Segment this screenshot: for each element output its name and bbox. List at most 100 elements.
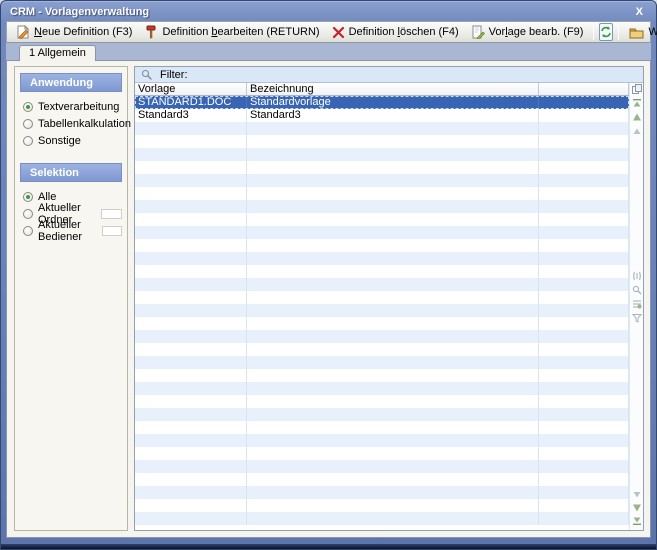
page-down-icon[interactable] — [632, 490, 642, 500]
grid-cell[interactable] — [135, 278, 247, 291]
grid-cell[interactable] — [539, 460, 629, 473]
titlebar[interactable]: CRM - Vorlagenverwaltung X — [1, 1, 656, 21]
grid-cell[interactable] — [539, 486, 629, 499]
tab-allgemein[interactable]: 1 Allgemein — [19, 45, 96, 61]
grid-cell[interactable] — [135, 226, 247, 239]
grid-cell[interactable] — [247, 447, 539, 460]
grid-cell[interactable] — [539, 447, 629, 460]
grid-cell[interactable] — [539, 278, 629, 291]
grid-cell[interactable] — [135, 122, 247, 135]
grid-cell[interactable] — [539, 96, 629, 109]
grid-cell[interactable] — [135, 421, 247, 434]
grid-row[interactable]: Standard3Standard3 — [135, 109, 629, 122]
grid-row[interactable] — [135, 148, 629, 161]
grid-cell[interactable] — [135, 343, 247, 356]
grid-cell[interactable] — [135, 434, 247, 447]
refresh-button[interactable] — [599, 23, 613, 41]
grid-cell[interactable] — [135, 395, 247, 408]
grid-cell[interactable] — [539, 226, 629, 239]
grid-row[interactable] — [135, 460, 629, 473]
grid-cell[interactable] — [247, 226, 539, 239]
radio-textverarbeitung[interactable]: Textverarbeitung — [23, 101, 122, 113]
grid-cell[interactable] — [247, 304, 539, 317]
radio-tabellenkalkulation[interactable]: Tabellenkalkulation — [23, 118, 122, 130]
grid-row[interactable] — [135, 434, 629, 447]
grid-cell[interactable] — [135, 161, 247, 174]
row-down-icon[interactable] — [632, 503, 642, 513]
grid-cell[interactable] — [135, 460, 247, 473]
grid-cell[interactable] — [539, 291, 629, 304]
grid-cell[interactable] — [247, 187, 539, 200]
row-up-icon[interactable] — [632, 112, 642, 122]
grid-cell[interactable] — [135, 382, 247, 395]
scroll-first-icon[interactable] — [632, 98, 642, 108]
grid-cell[interactable] — [135, 265, 247, 278]
grid-cell[interactable] — [539, 421, 629, 434]
new-definition-button[interactable]: Neue Definition (F3) — [11, 23, 137, 41]
grid-cell[interactable]: Standard3 — [247, 109, 539, 122]
grid-cell[interactable] — [539, 174, 629, 187]
grid-row[interactable] — [135, 447, 629, 460]
summary-icon[interactable] — [632, 299, 642, 309]
grid-cell[interactable] — [247, 291, 539, 304]
grid-cell[interactable] — [539, 356, 629, 369]
ordner-field[interactable] — [101, 209, 122, 219]
grid-row[interactable] — [135, 226, 629, 239]
grid-cell[interactable] — [135, 330, 247, 343]
grid-cell[interactable] — [539, 265, 629, 278]
radio-icon[interactable] — [23, 102, 33, 112]
grid-cell[interactable]: Standardvorlage — [247, 96, 539, 109]
grid-cell[interactable] — [247, 421, 539, 434]
grid-cell[interactable] — [247, 213, 539, 226]
radio-aktueller-bediener[interactable]: Aktueller Bediener — [23, 225, 122, 237]
grid-cell[interactable] — [539, 239, 629, 252]
grid-cell[interactable] — [247, 174, 539, 187]
grid-cell[interactable] — [539, 213, 629, 226]
grid-cell[interactable] — [135, 252, 247, 265]
grid-cell[interactable] — [247, 486, 539, 499]
grid-cell[interactable] — [247, 382, 539, 395]
grid-cell[interactable] — [539, 369, 629, 382]
grid-cell[interactable] — [247, 499, 539, 512]
grid-row[interactable] — [135, 369, 629, 382]
grid-row[interactable] — [135, 382, 629, 395]
column-header-vorlage[interactable]: Vorlage — [135, 83, 247, 95]
grid-cell[interactable] — [247, 317, 539, 330]
grid-cell[interactable] — [539, 382, 629, 395]
grid-cell[interactable] — [539, 304, 629, 317]
column-header-bezeichnung[interactable]: Bezeichnung — [247, 83, 539, 95]
grid-cell[interactable] — [539, 148, 629, 161]
grid-row[interactable] — [135, 330, 629, 343]
grid-row[interactable] — [135, 395, 629, 408]
grid-row[interactable] — [135, 213, 629, 226]
grid-row[interactable] — [135, 278, 629, 291]
filter-funnel-icon[interactable] — [632, 313, 642, 323]
grid-cell[interactable] — [135, 174, 247, 187]
grid-row[interactable] — [135, 408, 629, 421]
grid-row[interactable] — [135, 252, 629, 265]
grid-row[interactable] — [135, 239, 629, 252]
grid-cell[interactable] — [135, 499, 247, 512]
radio-sonstige[interactable]: Sonstige — [23, 135, 122, 147]
grid-cell[interactable] — [247, 356, 539, 369]
grid-cell[interactable] — [247, 395, 539, 408]
grid-cell[interactable] — [247, 252, 539, 265]
grid-row[interactable] — [135, 187, 629, 200]
radio-icon[interactable] — [23, 209, 33, 219]
grid-row[interactable] — [135, 317, 629, 330]
page-up-icon[interactable] — [632, 126, 642, 136]
radio-icon[interactable] — [23, 119, 33, 129]
grid-cell[interactable] — [539, 200, 629, 213]
radio-icon[interactable] — [23, 226, 33, 236]
grid-cell[interactable] — [539, 499, 629, 512]
grid-cell[interactable] — [247, 148, 539, 161]
grid-cell[interactable] — [539, 343, 629, 356]
radio-icon[interactable] — [23, 136, 33, 146]
grid-cell[interactable] — [539, 252, 629, 265]
grid-cell[interactable] — [135, 135, 247, 148]
grid-cell[interactable] — [539, 187, 629, 200]
search-rows-icon[interactable] — [632, 285, 642, 295]
grid-cell[interactable] — [539, 434, 629, 447]
fit-columns-icon[interactable] — [632, 271, 642, 281]
delete-definition-button[interactable]: Definition löschen (F4) — [327, 24, 464, 41]
